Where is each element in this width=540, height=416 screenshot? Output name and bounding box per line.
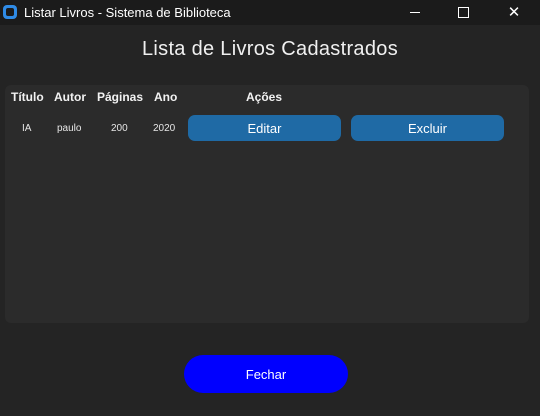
- column-header-paginas: Páginas: [97, 90, 144, 104]
- delete-button[interactable]: Excluir: [351, 115, 504, 141]
- window-title: Listar Livros - Sistema de Biblioteca: [24, 5, 231, 20]
- edit-button[interactable]: Editar: [188, 115, 341, 141]
- page-title: Lista de Livros Cadastrados: [141, 38, 398, 60]
- minimize-button[interactable]: [392, 0, 438, 25]
- column-header-autor: Autor: [54, 90, 86, 104]
- window-close-button[interactable]: ✕: [491, 0, 537, 25]
- close-button[interactable]: Fechar: [184, 355, 348, 393]
- app-icon: [3, 5, 17, 19]
- minimize-icon: [410, 12, 420, 13]
- column-header-titulo: Título: [11, 90, 44, 104]
- cell-titulo: IA: [22, 123, 32, 134]
- column-header-acoes: Ações: [246, 90, 283, 104]
- window-titlebar: Listar Livros - Sistema de Biblioteca ✕: [0, 0, 540, 25]
- close-icon: ✕: [507, 4, 521, 21]
- cell-paginas: 200: [111, 123, 128, 134]
- column-header-ano: Ano: [154, 90, 178, 104]
- cell-autor: paulo: [57, 123, 82, 134]
- maximize-icon: [457, 7, 469, 18]
- maximize-button[interactable]: [440, 0, 486, 25]
- cell-ano: 2020: [153, 123, 176, 134]
